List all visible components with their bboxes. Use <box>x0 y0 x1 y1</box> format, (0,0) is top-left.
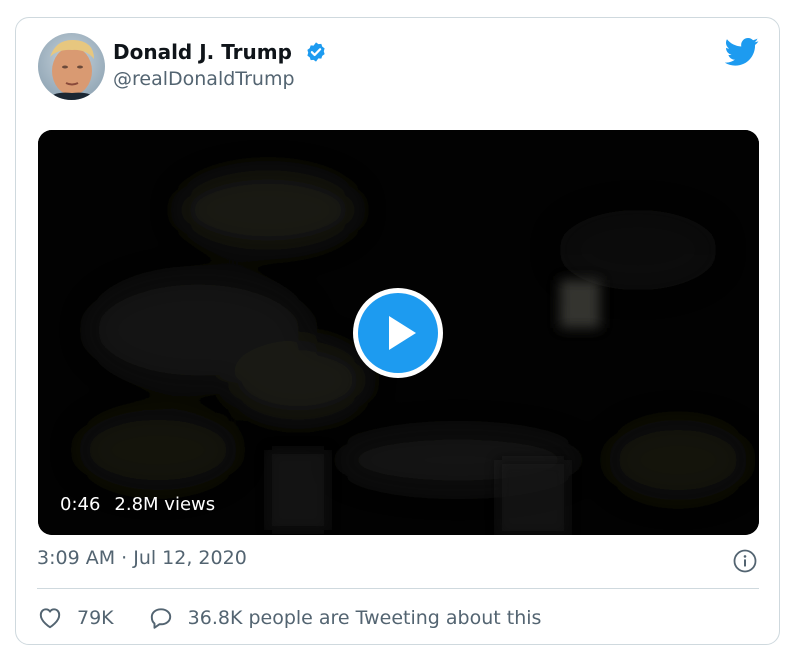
reply-text: 36.8K people are Tweeting about this <box>187 607 542 629</box>
author-name[interactable]: Donald J. Trump <box>113 40 292 64</box>
video-player[interactable]: 0:46 2.8M views <box>38 130 759 535</box>
tweet-actions: 79K 36.8K people are Tweeting about this <box>37 604 541 632</box>
tweet-card[interactable]: Donald J. Trump @realDonaldTrump 0:46 2.… <box>15 17 780 645</box>
video-duration: 0:46 <box>60 494 101 515</box>
reply-button[interactable]: 36.8K people are Tweeting about this <box>148 605 542 631</box>
heart-icon <box>39 608 61 629</box>
video-views: 2.8M views <box>114 494 216 515</box>
like-button[interactable]: 79K <box>37 605 114 631</box>
reply-bubble-icon <box>150 608 171 629</box>
play-button[interactable] <box>352 287 444 379</box>
tweet-timestamp[interactable]: 3:09 AM · Jul 12, 2020 <box>37 547 247 569</box>
avatar[interactable] <box>38 33 105 100</box>
author-handle[interactable]: @realDonaldTrump <box>113 68 295 90</box>
verified-badge-icon <box>307 42 325 62</box>
like-count: 79K <box>77 607 114 629</box>
video-meta: 0:46 2.8M views <box>60 494 215 515</box>
info-icon[interactable] <box>733 549 757 573</box>
divider <box>37 588 759 589</box>
twitter-bird-icon[interactable] <box>725 37 759 67</box>
